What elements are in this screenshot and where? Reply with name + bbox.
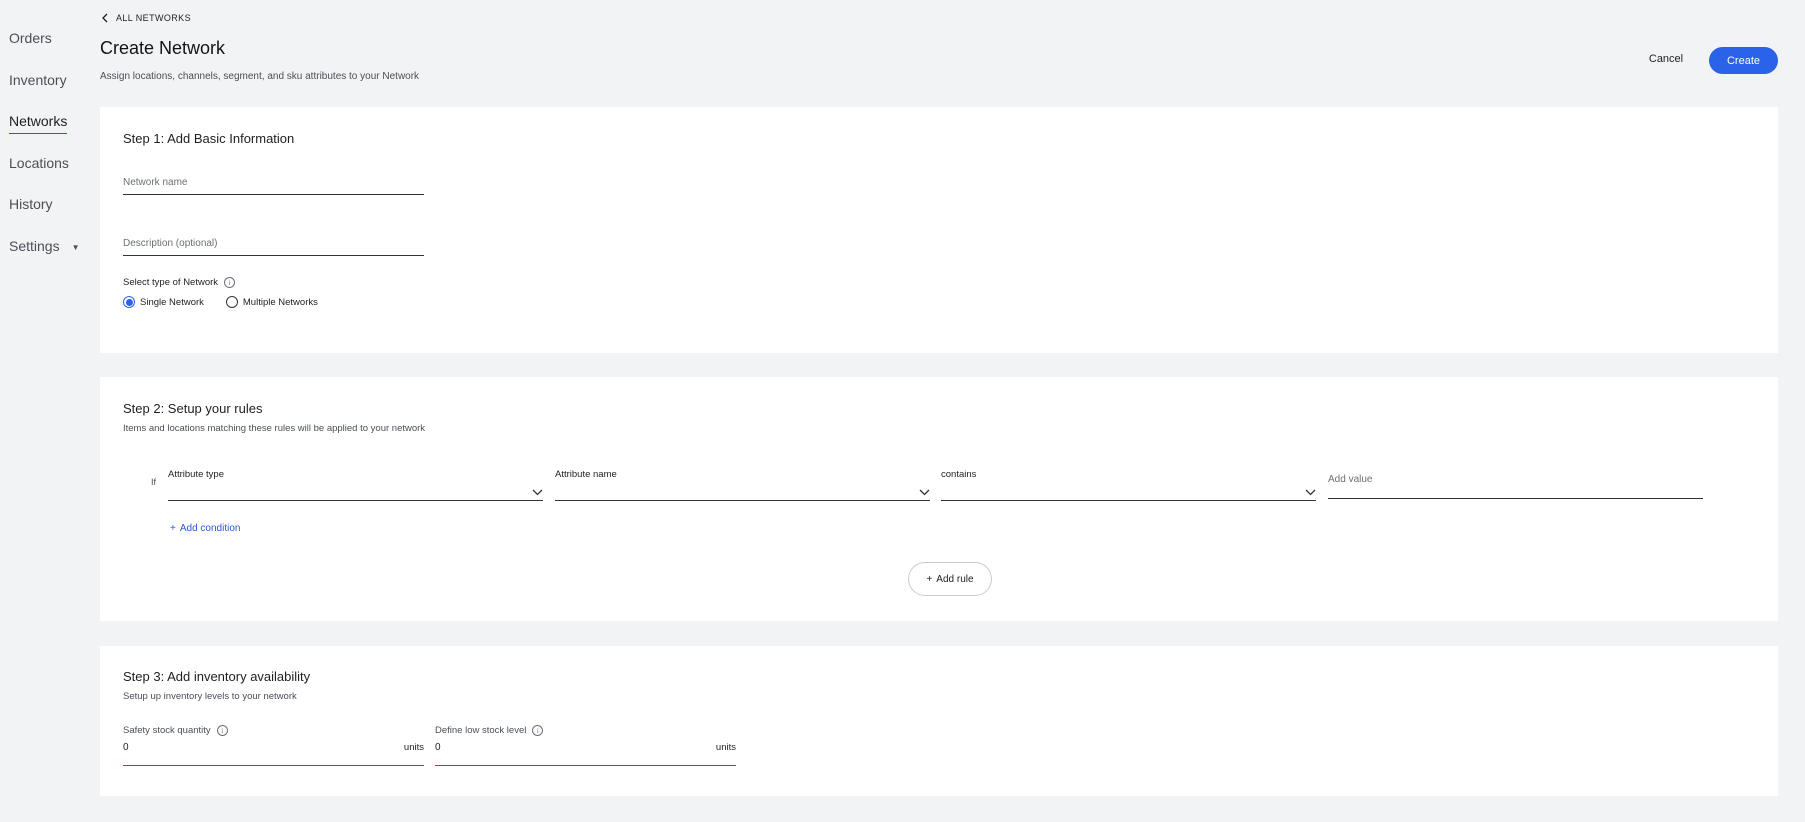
sidebar-item-networks[interactable]: Networks: [9, 113, 68, 134]
add-rule-button[interactable]: + Add rule: [908, 562, 992, 596]
low-stock-label: Define low stock level i: [435, 725, 544, 736]
network-type-label-text: Select type of Network: [123, 277, 219, 288]
add-rule-label: Add rule: [936, 573, 974, 585]
step3-card: Step 3: Add inventory availability Setup…: [100, 646, 1778, 796]
radio-single-network[interactable]: Single Network: [123, 296, 204, 308]
radio-button[interactable]: [225, 296, 238, 308]
safety-stock-field[interactable]: units: [123, 742, 424, 766]
create-button[interactable]: Create: [1709, 47, 1778, 74]
safety-stock-label: Safety stock quantity i: [123, 725, 228, 736]
attribute-name-label: Attribute name: [555, 469, 617, 480]
radio-button-checked[interactable]: [123, 296, 135, 308]
chevron-down-icon: [919, 489, 930, 496]
attribute-type-select[interactable]: Attribute type: [168, 469, 543, 501]
operator-label: contains: [941, 469, 977, 480]
info-icon[interactable]: i: [224, 277, 236, 288]
network-name-field[interactable]: [123, 167, 424, 195]
low-stock-field[interactable]: units: [435, 742, 736, 766]
chevron-left-icon: [102, 13, 108, 23]
network-type-label: Select type of Network i: [123, 277, 236, 288]
step3-title: Step 3: Add inventory availability: [123, 669, 311, 684]
safety-stock-label-text: Safety stock quantity: [123, 725, 211, 736]
sidebar-item-orders[interactable]: Orders: [9, 30, 52, 46]
caret-down-icon: ▼: [71, 242, 80, 252]
chevron-down-icon: [1305, 489, 1316, 496]
step2-title: Step 2: Setup your rules: [123, 401, 263, 416]
info-icon[interactable]: i: [532, 725, 544, 736]
units-label: units: [403, 742, 424, 753]
plus-icon: +: [170, 523, 176, 534]
sidebar-item-locations[interactable]: Locations: [9, 155, 69, 171]
plus-icon: +: [926, 573, 933, 585]
info-icon[interactable]: i: [216, 725, 228, 736]
back-link-label: ALL NETWORKS: [116, 13, 191, 23]
sidebar-item-inventory[interactable]: Inventory: [9, 72, 67, 88]
sidebar-item-settings-label: Settings: [9, 238, 60, 254]
radio-multiple-networks-label: Multiple Networks: [242, 296, 318, 308]
cancel-button[interactable]: Cancel: [1640, 46, 1692, 72]
safety-stock-input[interactable]: [123, 742, 404, 753]
units-label: units: [715, 742, 736, 753]
step2-card: Step 2: Setup your rules Items and locat…: [100, 377, 1778, 621]
step2-subtitle: Items and locations matching these rules…: [123, 423, 426, 434]
if-label: If: [151, 477, 157, 487]
attribute-type-label: Attribute type: [168, 469, 224, 480]
step3-subtitle: Setup up inventory levels to your networ…: [123, 691, 297, 702]
network-name-input[interactable]: [123, 167, 424, 188]
page-subtitle: Assign locations, channels, segment, and…: [100, 71, 420, 82]
step1-card: Step 1: Add Basic Information Select typ…: [100, 107, 1778, 353]
page-title: Create Network: [100, 38, 226, 58]
add-condition-label: Add condition: [179, 523, 241, 534]
low-stock-input[interactable]: [435, 742, 716, 753]
back-link[interactable]: ALL NETWORKS: [101, 13, 191, 23]
description-input[interactable]: [123, 228, 424, 249]
sidebar-item-settings[interactable]: Settings ▼: [9, 238, 80, 254]
attribute-name-select[interactable]: Attribute name: [555, 469, 930, 501]
sidebar: Orders Inventory Networks Locations Hist…: [0, 0, 96, 822]
chevron-down-icon: [532, 489, 543, 496]
radio-multiple-networks[interactable]: Multiple Networks: [225, 296, 318, 308]
description-field[interactable]: [123, 228, 424, 256]
rule-value-field[interactable]: [1328, 469, 1703, 499]
rule-value-input[interactable]: [1328, 470, 1703, 485]
network-type-radio-group: Single Network Multiple Networks: [123, 296, 318, 308]
step1-title: Step 1: Add Basic Information: [123, 131, 295, 146]
add-condition-button[interactable]: + Add condition: [170, 523, 240, 534]
sidebar-item-history[interactable]: History: [9, 196, 53, 212]
low-stock-label-text: Define low stock level: [435, 725, 527, 736]
operator-select[interactable]: contains: [941, 469, 1316, 501]
radio-single-network-label: Single Network: [140, 296, 204, 308]
